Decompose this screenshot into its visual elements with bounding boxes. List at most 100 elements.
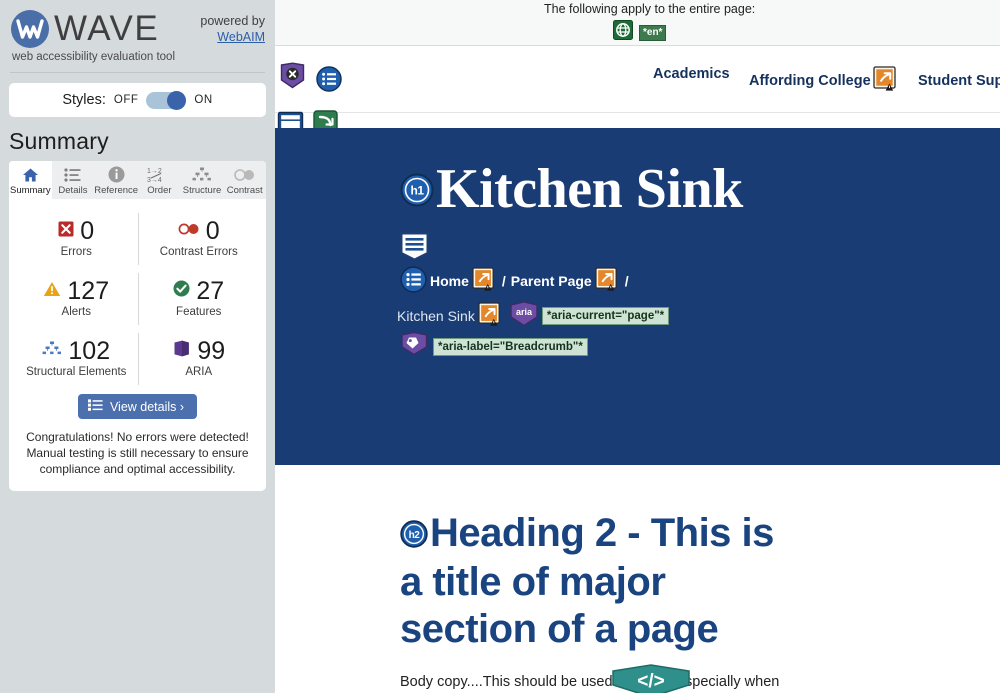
styles-label: Styles: <box>62 92 106 108</box>
heading-structure-icon[interactable] <box>400 232 429 266</box>
styles-on-label: ON <box>194 94 213 106</box>
view-details-button[interactable]: View details › <box>77 394 198 419</box>
breadcrumb-separator: / <box>501 273 506 289</box>
error-icon <box>58 221 74 242</box>
stat-errors-value: 0 <box>80 217 95 245</box>
breadcrumb-aria-label-row: *aria-label="Breadcrumb"* <box>400 331 588 362</box>
label-tag-icon[interactable] <box>400 331 430 362</box>
list-icon <box>87 399 103 414</box>
section-heading-text: Heading 2 - This is a title of major sec… <box>400 511 774 651</box>
nav-item-academics[interactable]: Academics <box>653 66 730 82</box>
stat-structural-elements: 102 Structural Elements <box>15 329 138 389</box>
toggle-knob <box>167 90 187 110</box>
stat-aria-label: ARIA <box>185 366 213 378</box>
code-icon[interactable]: </> <box>609 663 693 693</box>
wave-sidebar: WAVE powered by WebAIM web accessibility… <box>0 0 275 693</box>
breadcrumb-item-kitchen-sink[interactable]: Kitchen Sink <box>397 308 475 324</box>
stat-features: 27 Features <box>137 269 261 329</box>
aria-label-annotation: *aria-label="Breadcrumb"* <box>433 337 588 356</box>
stat-aria: 99 ARIA <box>137 329 261 389</box>
breadcrumb-item-parent-page[interactable]: Parent Page <box>511 273 592 289</box>
external-link-alert-icon[interactable] <box>872 66 899 96</box>
breadcrumb-item-home[interactable]: Home <box>430 273 469 289</box>
wave-header: WAVE powered by WebAIM web accessibility… <box>0 0 275 73</box>
tab-contrast-label: Contrast <box>226 185 263 196</box>
breadcrumb: Home / Parent Page / <box>400 266 631 296</box>
contrast-icon <box>178 222 200 240</box>
styles-toggle[interactable] <box>146 90 187 110</box>
structure-icon <box>181 165 224 184</box>
external-link-alert-icon[interactable] <box>478 301 503 330</box>
tab-details-label: Details <box>58 185 88 196</box>
wave-tab-bar: Summary Details Reference 1→2 3→4 Order … <box>9 161 266 199</box>
svg-text:h2: h2 <box>409 530 421 541</box>
alert-icon <box>43 281 61 302</box>
svg-text:</>: </> <box>637 671 664 692</box>
tab-reference[interactable]: Reference <box>94 161 138 199</box>
lang-annotation-label: *en* <box>639 24 667 41</box>
tab-structure[interactable]: Structure <box>181 161 224 199</box>
wave-extension-screen: WAVE powered by WebAIM web accessibility… <box>0 0 1000 693</box>
styles-toggle-bar: Styles: OFF ON <box>9 83 266 117</box>
aria-icon[interactable]: aria <box>509 300 539 331</box>
tab-order-label: Order <box>147 185 172 196</box>
h1-badge-icon[interactable]: h1 <box>400 157 434 221</box>
navigation-icon[interactable] <box>400 266 427 296</box>
tab-contrast[interactable]: Contrast <box>223 161 266 199</box>
contrast-icon <box>223 165 266 184</box>
stat-features-label: Features <box>176 306 222 318</box>
webaim-link[interactable]: WebAIM <box>217 30 265 44</box>
stat-alerts: 127 Alerts <box>15 269 138 329</box>
nav-item-affording-college[interactable]: Affording College <box>749 66 899 96</box>
home-icon <box>9 165 52 184</box>
stat-alerts-label: Alerts <box>61 306 91 318</box>
aria-current-annotation: *aria-current="page"* <box>541 306 670 325</box>
stat-row: 102 Structural Elements 99 ARIA <box>15 329 260 389</box>
tab-structure-label: Structure <box>182 185 222 196</box>
svg-text:aria: aria <box>516 307 533 317</box>
aria-hidden-icon[interactable] <box>279 62 306 94</box>
section-heading: h2 Heading 2 - This is a title of major … <box>400 510 800 653</box>
stat-structural-elements-value: 102 <box>68 337 111 365</box>
nav-item-academics-label: Academics <box>653 66 730 82</box>
page-title: h1 Kitchen Sink <box>400 157 743 221</box>
svg-text:3→4: 3→4 <box>147 177 162 184</box>
styles-off-label: OFF <box>113 94 139 106</box>
tab-order[interactable]: 1→2 3→4 Order <box>138 161 181 199</box>
external-link-alert-icon[interactable] <box>472 267 497 295</box>
info-icon <box>94 165 138 184</box>
stat-features-value: 27 <box>196 277 225 305</box>
order-icon: 1→2 3→4 <box>138 165 181 184</box>
stat-contrast-errors-label: Contrast Errors <box>159 246 238 258</box>
tab-summary[interactable]: Summary <box>9 161 52 199</box>
structure-icon <box>42 341 62 361</box>
page-level-annotation-text: The following apply to the entire page: <box>544 2 756 16</box>
h2-badge-icon[interactable]: h2 <box>400 512 428 559</box>
powered-by: powered by WebAIM <box>200 9 265 45</box>
view-details-label: View details › <box>109 399 185 414</box>
stat-alerts-value: 127 <box>67 277 110 305</box>
summary-panel: Summary Details Reference 1→2 3→4 Order … <box>9 161 266 491</box>
list-icon <box>52 165 95 184</box>
congratulations-message: Congratulations! No errors were detected… <box>26 430 249 476</box>
page-level-annotation-bar: The following apply to the entire page: … <box>275 0 1000 46</box>
external-link-alert-icon[interactable] <box>595 267 620 295</box>
feature-icon <box>173 280 190 302</box>
summary-stats: 0 Errors 0 Contrast Errors 127 Alerts 27… <box>9 199 266 391</box>
wave-tagline: web accessibility evaluation tool <box>10 49 265 73</box>
page-level-icons: *en* <box>613 20 667 45</box>
stat-errors: 0 Errors <box>15 209 138 269</box>
nav-item-student-support[interactable]: Student Support <box>918 66 1000 96</box>
tab-reference-label: Reference <box>94 185 139 196</box>
stat-row: 0 Errors 0 Contrast Errors <box>15 209 260 269</box>
tab-details[interactable]: Details <box>52 161 95 199</box>
aria-icon <box>172 339 191 363</box>
stat-contrast-errors: 0 Contrast Errors <box>137 209 261 269</box>
language-globe-icon[interactable] <box>613 20 633 45</box>
nav-item-student-support-label: Student Support <box>918 73 1000 89</box>
stat-structural-elements-label: Structural Elements <box>26 366 127 378</box>
navigation-icon[interactable] <box>316 66 342 97</box>
page-title-text: Kitchen Sink <box>436 158 743 220</box>
body-copy: Body copy....This should be used for a..… <box>400 674 780 690</box>
hero-banner: h1 Kitchen Sink Home / Parent Page / Kit… <box>275 128 1000 465</box>
